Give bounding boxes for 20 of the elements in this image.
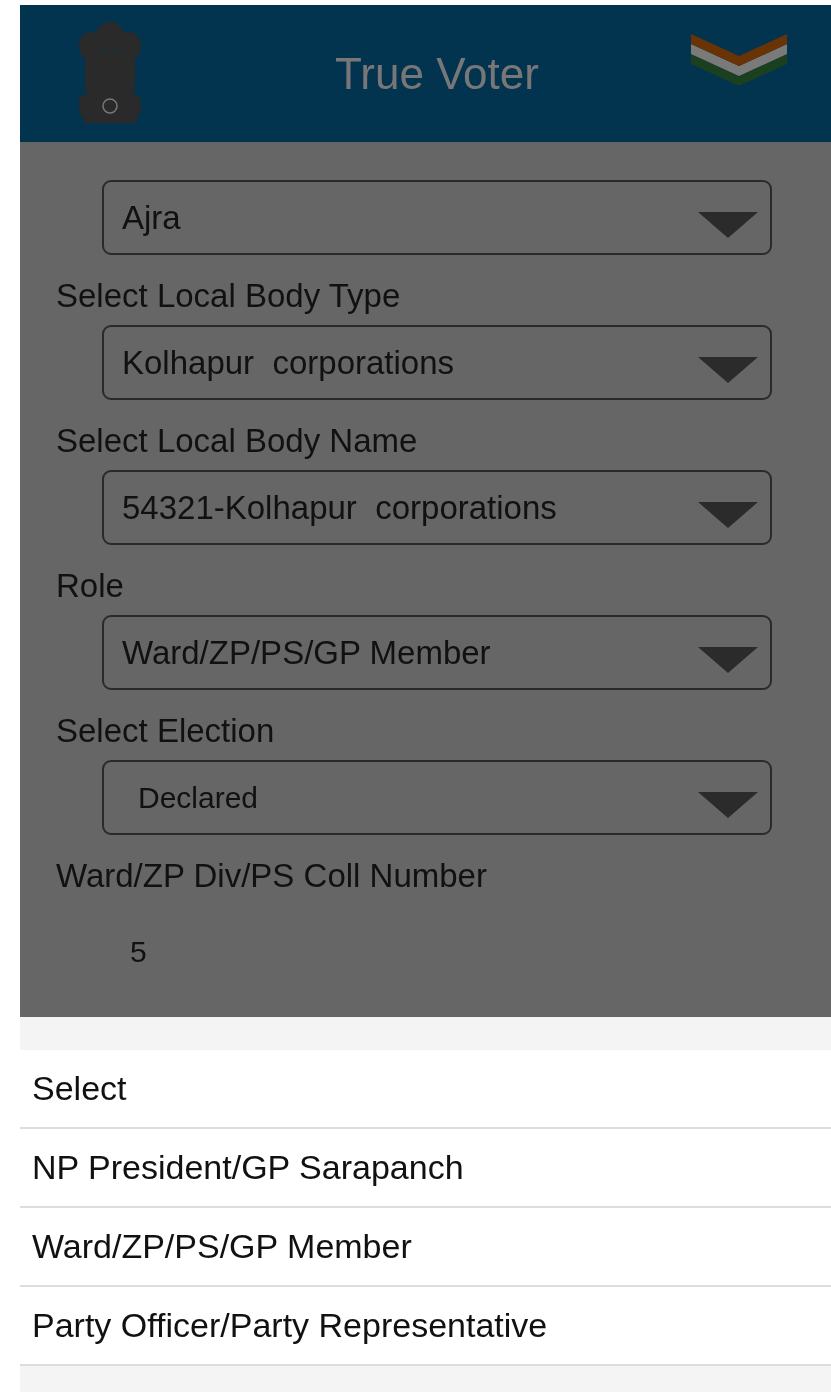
dropdown[interactable]: Declared — [102, 760, 772, 835]
dropdown-option[interactable]: NP President/GP Sarapanch — [20, 1129, 831, 1208]
dropdown-option[interactable]: Select — [20, 1050, 831, 1129]
field-value[interactable]: 5 — [130, 935, 772, 969]
dropdown[interactable]: 54321-Kolhapur corporations — [102, 470, 772, 545]
app-title: True Voter — [335, 48, 539, 99]
dropdown-caret-icon — [698, 211, 758, 238]
dropdown-caret-icon — [698, 646, 758, 673]
field-label: Select Local Body Type — [56, 277, 402, 315]
field-label: Select Election — [56, 712, 276, 750]
dropdown-caret-icon — [698, 501, 758, 528]
field-label: Role — [56, 567, 125, 605]
field-label: Ward/ZP Div/PS Coll Number — [56, 857, 488, 895]
dropdown-caret-icon — [698, 356, 758, 383]
dropdown-caret-icon — [698, 791, 758, 818]
dropdown[interactable]: Ward/ZP/PS/GP Member — [102, 615, 772, 690]
dropdown[interactable]: Ajra — [102, 180, 772, 255]
dropdown-option[interactable]: Ward/ZP/PS/GP Member — [20, 1208, 831, 1287]
dropdown[interactable]: Kolhapur corporations — [102, 325, 772, 400]
field-label: Select Local Body Name — [56, 422, 419, 460]
